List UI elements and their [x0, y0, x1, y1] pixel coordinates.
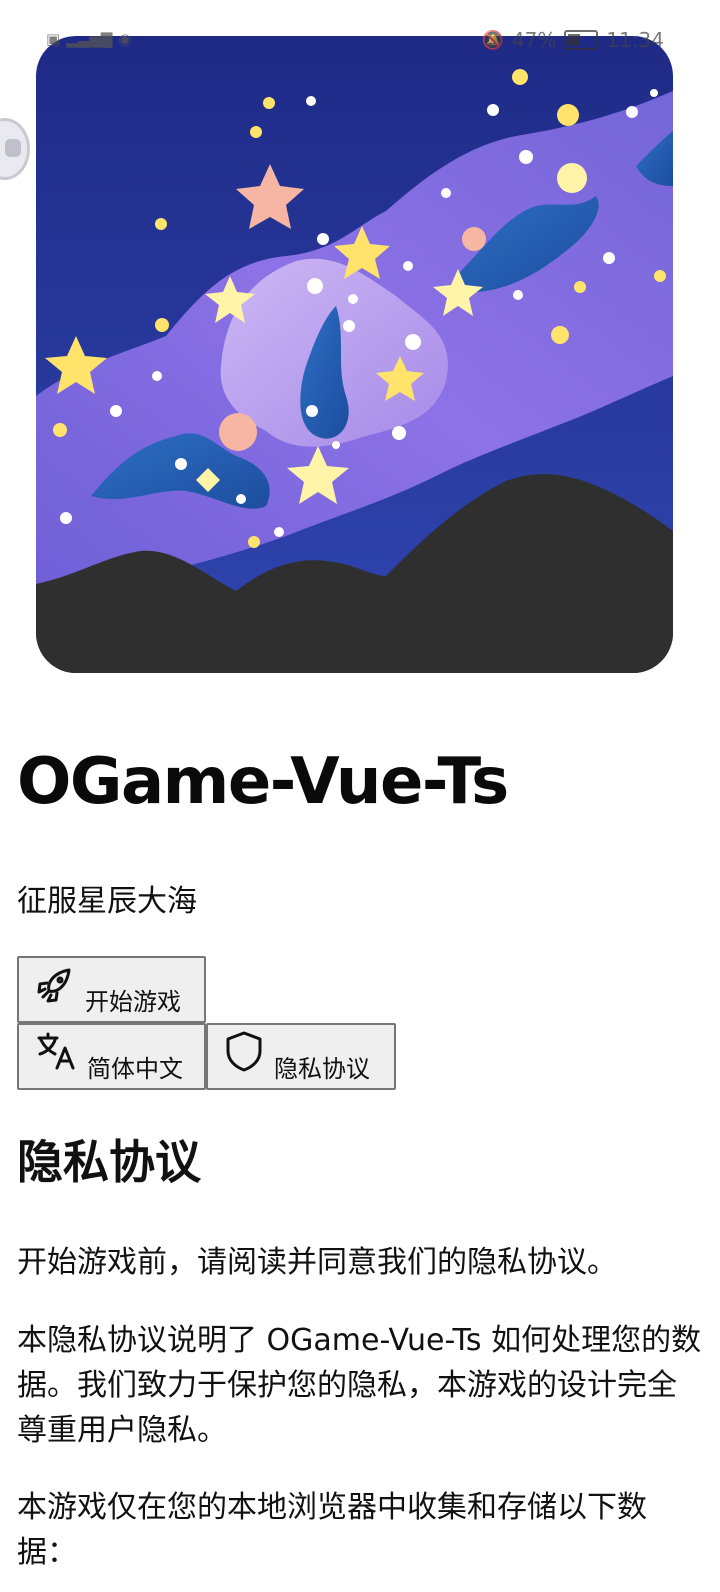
- rocket-icon: [35, 965, 75, 1011]
- language-button[interactable]: 简体中文: [17, 1023, 206, 1090]
- galaxy-illustration: [36, 36, 673, 673]
- shield-icon: [224, 1030, 264, 1078]
- start-game-button[interactable]: 开始游戏: [17, 956, 206, 1023]
- floating-assistant-button[interactable]: [0, 118, 30, 180]
- privacy-heading: 隐私协议: [17, 1135, 201, 1189]
- app-slogan: 征服星辰大海: [17, 884, 197, 919]
- start-game-label: 开始游戏: [85, 987, 181, 1016]
- hero-image: [36, 36, 673, 673]
- privacy-policy-button[interactable]: 隐私协议: [206, 1023, 396, 1090]
- privacy-paragraph: 开始游戏前，请阅读并同意我们的隐私协议。: [17, 1245, 617, 1280]
- translate-icon: [35, 1030, 77, 1078]
- privacy-paragraph: 本隐私协议说明了 OGame-Vue-Ts 如何处理您的数据。我们致力于保护您的…: [17, 1323, 702, 1448]
- privacy-paragraph: 本游戏仅在您的本地浏览器中收集和存储以下数据：: [17, 1490, 647, 1570]
- app-title: OGame-Vue-Ts: [17, 745, 509, 819]
- language-label: 简体中文: [87, 1054, 183, 1083]
- privacy-policy-label: 隐私协议: [274, 1054, 370, 1083]
